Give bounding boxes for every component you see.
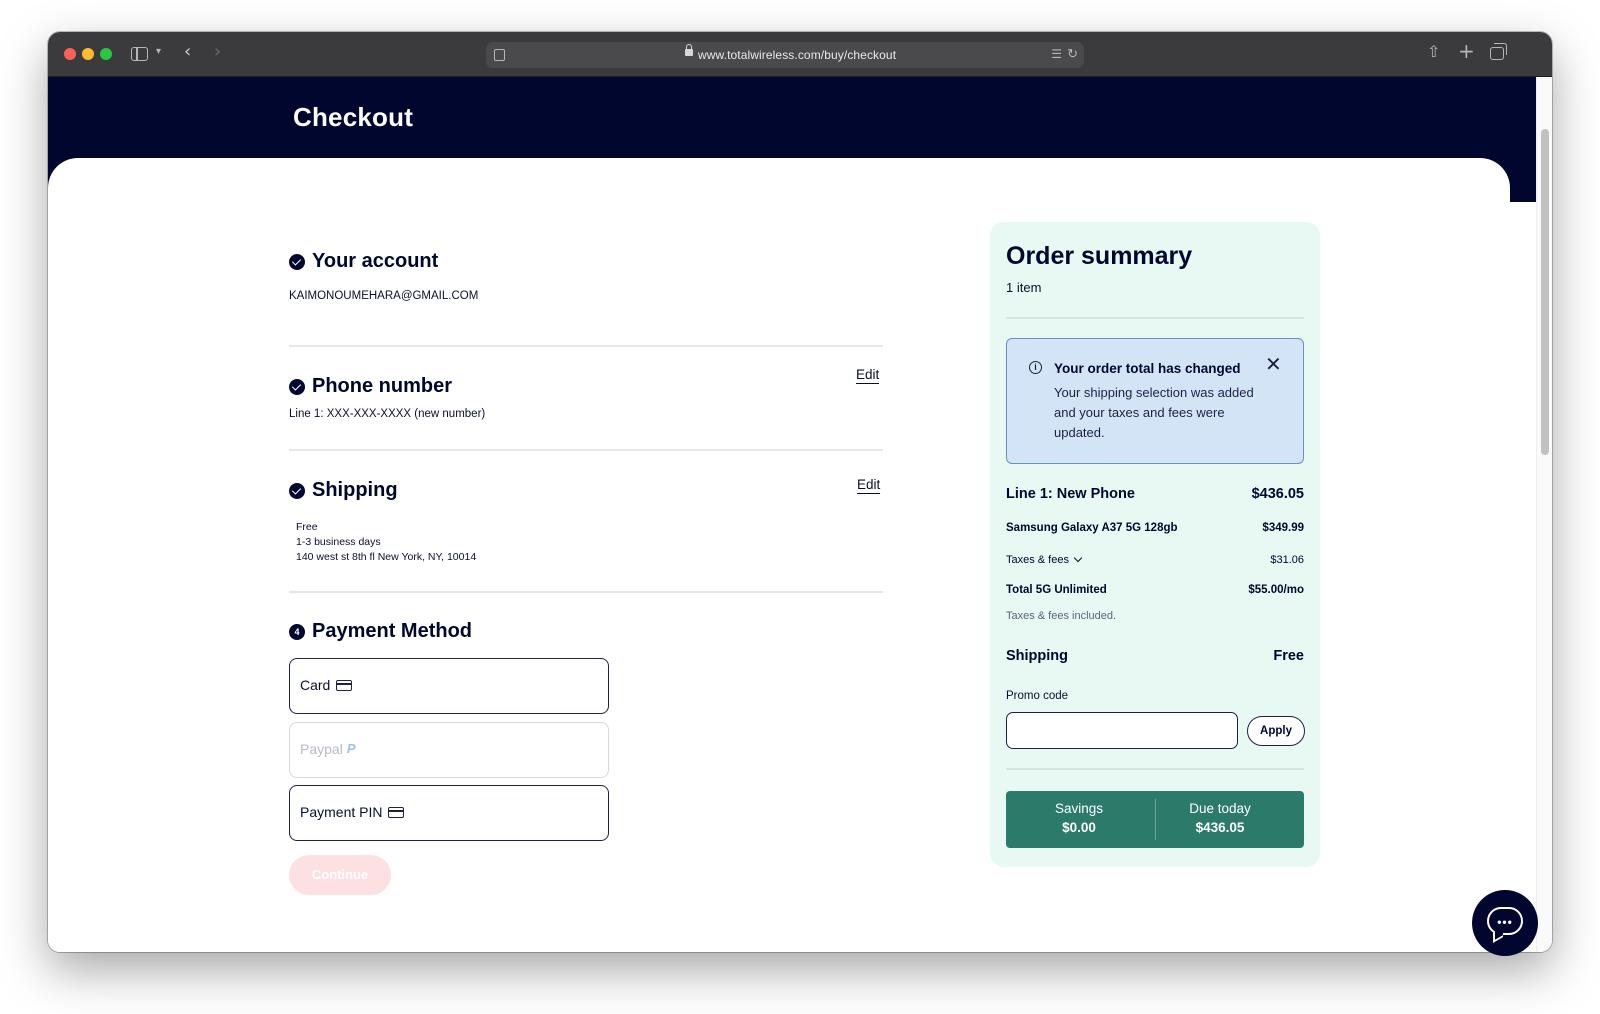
savings-total: Savings $0.00: [1006, 801, 1152, 835]
page-icon[interactable]: [494, 49, 505, 61]
taxes-fees-value: $31.06: [1270, 554, 1304, 566]
browser-toolbar: ▾ ‹ › www.totalwireless.com/buy/checkout…: [48, 32, 1552, 77]
item-count: 1 item: [1006, 280, 1042, 295]
scrollbar-thumb[interactable]: [1541, 129, 1549, 455]
payment-option-label: Card: [300, 677, 353, 693]
line-label: Line 1: New Phone: [1006, 486, 1135, 502]
credit-card-icon: [336, 680, 353, 691]
close-window-button[interactable]: [64, 48, 76, 60]
plan-price: $55.00/mo: [1248, 584, 1304, 596]
due-today-label: Due today: [1189, 801, 1251, 816]
device-price: $349.99: [1262, 522, 1304, 534]
section-divider: [289, 449, 883, 451]
shipping-eta: 1-3 business days: [296, 536, 381, 548]
page-scrollbar[interactable]: [1536, 77, 1552, 952]
reload-icon[interactable]: ↻: [1067, 46, 1078, 62]
payment-option-label: Payment PIN: [300, 804, 405, 820]
sidebar-icon[interactable]: [131, 47, 148, 61]
shipping-label: Shipping: [1006, 648, 1069, 664]
device-name: Samsung Galaxy A37 5G 128gb: [1006, 522, 1178, 534]
tabs-icon[interactable]: [1490, 43, 1507, 60]
close-icon[interactable]: ✕: [1265, 355, 1282, 375]
savings-label: Savings: [1054, 801, 1104, 816]
paypal-icon: P: [346, 741, 356, 756]
shipping-value: Free: [1273, 648, 1304, 664]
due-today-value: $436.05: [1195, 820, 1245, 835]
payment-option-card[interactable]: Card: [289, 658, 609, 714]
completed-check-icon: [289, 483, 305, 499]
alert-message: Your shipping selection was added and yo…: [1054, 385, 1254, 440]
shipping-method: Free: [296, 521, 318, 533]
savings-value: $0.00: [1062, 820, 1096, 835]
order-summary-panel: Order summary 1 item i Your order total …: [990, 222, 1320, 867]
forward-icon[interactable]: ›: [214, 43, 221, 61]
checkout-page: Checkout Your account KAIMONOUMEHARA@GMA…: [48, 77, 1552, 952]
plan-taxes-note: Taxes & fees included.: [1006, 610, 1117, 622]
summary-divider: [1006, 768, 1304, 770]
line-price: $436.05: [1251, 486, 1304, 502]
section-divider: [289, 591, 883, 593]
back-icon[interactable]: ‹: [184, 43, 191, 61]
shipping-details: Free 1-3 business days 140 west st 8th f…: [296, 520, 476, 565]
zoom-window-button[interactable]: [100, 48, 112, 60]
plus-icon[interactable]: +: [1458, 41, 1475, 61]
promo-code-input[interactable]: [1006, 712, 1238, 749]
account-section-title: Your account: [312, 250, 439, 272]
translate-icon[interactable]: ☰: [1051, 47, 1062, 61]
taxes-fees-toggle[interactable]: Taxes & fees: [1006, 553, 1083, 566]
address-bar[interactable]: www.totalwireless.com/buy/checkout ☰ ↻: [486, 42, 1084, 68]
completed-check-icon: [289, 379, 305, 395]
browser-window: ▾ ‹ › www.totalwireless.com/buy/checkout…: [48, 32, 1552, 952]
phone-section-title: Phone number: [312, 375, 453, 397]
alert-title: Your order total has changed: [1054, 361, 1241, 376]
summary-divider: [1006, 317, 1304, 319]
shipping-section-title: Shipping: [312, 479, 398, 501]
payment-option-label: Paypal P: [300, 741, 356, 757]
share-icon[interactable]: ⇧: [1427, 44, 1440, 60]
plan-name: Total 5G Unlimited: [1006, 584, 1107, 596]
credit-card-icon: [388, 807, 405, 818]
phone-line: Line 1: XXX-XXX-XXXX (new number): [289, 408, 486, 420]
minimize-window-button[interactable]: [82, 48, 94, 60]
order-summary-title: Order summary: [1006, 242, 1193, 270]
info-icon: i: [1029, 361, 1042, 374]
continue-button[interactable]: Continue: [289, 855, 391, 895]
page-title: Checkout: [293, 102, 414, 132]
chevron-down-icon: [1073, 553, 1083, 563]
chat-bubble-icon: •••: [1487, 907, 1523, 935]
lock-icon: [685, 44, 693, 56]
chat-button[interactable]: •••: [1472, 890, 1538, 956]
completed-check-icon: [289, 254, 305, 270]
apply-promo-button[interactable]: Apply: [1247, 716, 1305, 746]
payment-option-pin[interactable]: Payment PIN: [289, 785, 609, 841]
account-email: KAIMONOUMEHARA@GMAIL.COM: [289, 290, 479, 302]
url-text[interactable]: www.totalwireless.com/buy/checkout: [698, 48, 896, 62]
due-today-total: Due today $436.05: [1147, 801, 1293, 835]
shipping-edit-link[interactable]: Edit: [857, 477, 881, 494]
payment-option-paypal[interactable]: Paypal P: [289, 722, 609, 778]
phone-edit-link[interactable]: Edit: [856, 367, 880, 384]
step-number-badge: 4: [289, 624, 305, 640]
totals-bar: Savings $0.00 Due today $436.05: [1006, 791, 1304, 848]
payment-section-title: Payment Method: [312, 620, 473, 642]
section-divider: [289, 345, 883, 347]
order-total-changed-alert: i Your order total has changed ✕ Your sh…: [1006, 338, 1304, 464]
shipping-address: 140 west st 8th fl New York, NY, 10014: [296, 551, 477, 563]
chevron-down-icon[interactable]: ▾: [156, 47, 161, 57]
promo-code-label: Promo code: [1006, 690, 1069, 702]
